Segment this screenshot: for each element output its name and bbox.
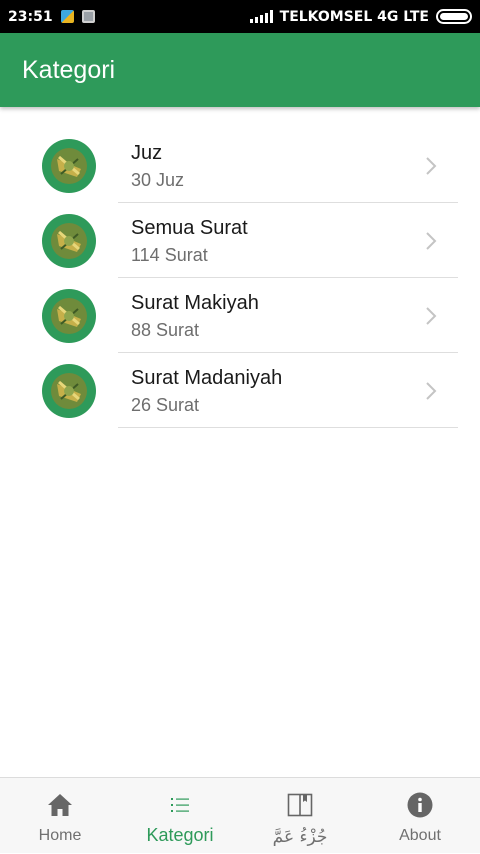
tab-kategori[interactable]: Kategori — [120, 778, 240, 854]
list-icon — [166, 791, 194, 819]
home-icon — [46, 791, 74, 819]
category-title: Surat Makiyah — [131, 292, 259, 314]
signal-strength-icon — [249, 10, 273, 23]
tab-home[interactable]: Home — [0, 778, 120, 854]
info-icon — [406, 791, 434, 819]
quran-thumbnail-icon — [42, 364, 96, 418]
category-item-body: Juz 30 Juz — [118, 128, 458, 203]
quran-thumbnail-icon — [42, 214, 96, 268]
category-item-juz[interactable]: Juz 30 Juz — [0, 128, 480, 203]
app-bar: Kategori — [0, 33, 480, 107]
battery-icon — [436, 9, 472, 24]
category-item-body: Surat Makiyah 88 Surat — [118, 278, 458, 353]
category-subtitle: 88 Surat — [131, 320, 200, 340]
category-subtitle: 26 Surat — [131, 395, 200, 415]
tab-home-label: Home — [38, 827, 82, 844]
tab-about[interactable]: About — [360, 778, 480, 854]
category-item-surat-madaniyah[interactable]: Surat Madaniyah 26 Surat — [0, 353, 480, 428]
status-bar: 23:51 TELKOMSEL 4G LTE — [0, 0, 480, 33]
category-title: Semua Surat — [131, 217, 248, 239]
chevron-right-icon — [426, 382, 437, 400]
category-item-body: Semua Surat 114 Surat — [118, 203, 458, 278]
notification-gallery-icon — [81, 10, 95, 23]
quran-thumbnail-icon — [42, 139, 96, 193]
carrier-name: TELKOMSEL 4G LTE — [279, 8, 429, 25]
bottom-navigation: Home Kategori جُزْءُ عَمَّ About — [0, 777, 480, 853]
status-right: TELKOMSEL 4G LTE — [249, 8, 472, 25]
tab-about-label: About — [399, 827, 441, 844]
category-subtitle: 114 Surat — [131, 245, 208, 265]
category-item-semua-surat[interactable]: Semua Surat 114 Surat — [0, 203, 480, 278]
book-icon — [286, 791, 314, 819]
chevron-right-icon — [426, 157, 437, 175]
status-left: 23:51 — [8, 9, 95, 25]
tab-juz-amma-label: جُزْءُ عَمَّ — [272, 827, 328, 847]
category-item-body: Surat Madaniyah 26 Surat — [118, 353, 458, 428]
tab-juz-amma[interactable]: جُزْءُ عَمَّ — [240, 778, 360, 854]
category-title: Juz — [131, 142, 163, 164]
quran-thumbnail-icon — [42, 289, 96, 343]
page-title: Kategori — [22, 55, 116, 84]
category-item-surat-makiyah[interactable]: Surat Makiyah 88 Surat — [0, 278, 480, 353]
notification-app-icon — [60, 10, 74, 23]
status-time: 23:51 — [8, 8, 53, 25]
chevron-right-icon — [426, 232, 437, 250]
category-subtitle: 30 Juz — [131, 170, 185, 190]
chevron-right-icon — [426, 307, 437, 325]
category-title: Surat Madaniyah — [131, 367, 283, 389]
category-list: Juz 30 Juz Semua Surat 114 Surat Surat M… — [0, 128, 480, 428]
tab-kategori-label: Kategori — [146, 825, 214, 845]
